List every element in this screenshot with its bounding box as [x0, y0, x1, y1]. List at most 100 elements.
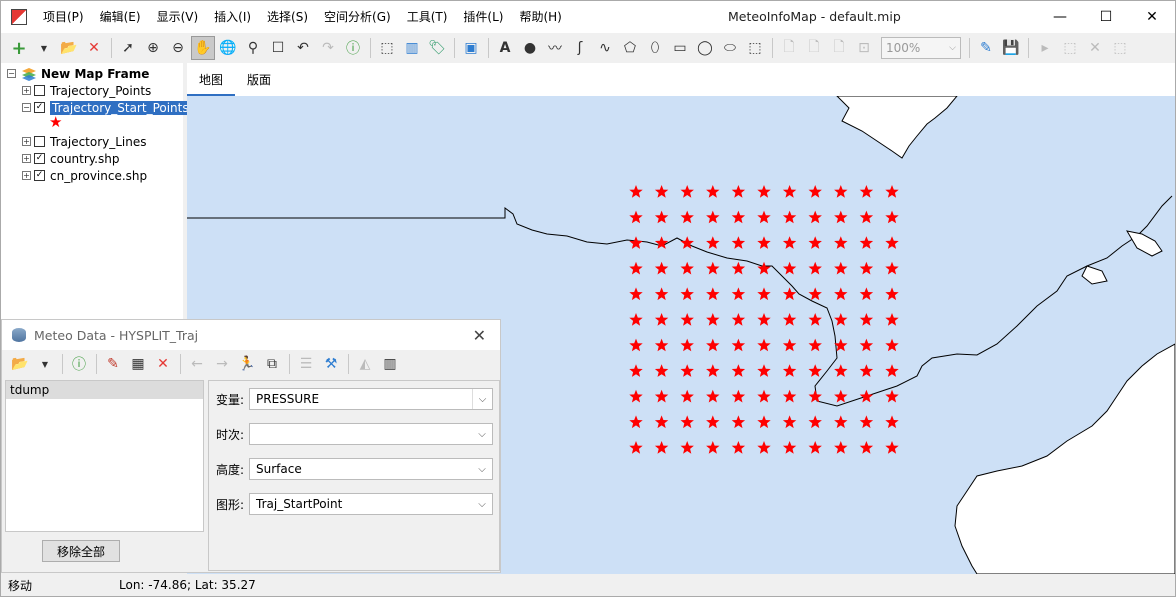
minimize-button[interactable]: —	[1037, 1, 1083, 33]
rectangle-tool-icon[interactable]: ▭	[668, 36, 692, 60]
new-page-icon[interactable]: 🗋	[777, 36, 801, 60]
tree-layer-trajectory-start-points[interactable]: − ✓ Trajectory_Start_Points	[16, 99, 191, 116]
layer-checkbox[interactable]	[34, 85, 45, 96]
select-shape-icon[interactable]: ⬚	[1058, 36, 1082, 60]
page-fit-icon[interactable]: ⊡	[852, 36, 876, 60]
open-folder-icon[interactable]: 📂	[57, 36, 81, 60]
open-data-folder-icon[interactable]: 📂	[8, 352, 32, 376]
graphic-select[interactable]: Traj_StartPoint ⌵	[249, 493, 493, 515]
add-layer-icon[interactable]: +	[7, 36, 31, 60]
tree-map-frame[interactable]: − New Map Frame	[1, 65, 149, 82]
previous-arrow-icon[interactable]: ←	[185, 352, 209, 376]
data-file-list[interactable]: tdump	[5, 380, 204, 532]
menu-insert[interactable]: 插入(I)	[206, 1, 259, 33]
polyline-tool-icon[interactable]: 〰	[543, 36, 567, 60]
pan-hand-icon[interactable]: ✋	[191, 36, 215, 60]
label-tag-icon[interactable]: 🏷	[425, 36, 449, 60]
menu-help[interactable]: 帮助(H)	[511, 1, 569, 33]
expand-icon[interactable]: +	[22, 154, 31, 163]
save-edit-icon[interactable]: 💾	[999, 36, 1023, 60]
tree-layer-trajectory-lines[interactable]: + Trajectory_Lines	[16, 133, 147, 150]
circle-tool-icon[interactable]: ◯	[693, 36, 717, 60]
chevron-down-icon: ⌵	[949, 43, 956, 53]
menu-select[interactable]: 选择(S)	[259, 1, 316, 33]
zoom-rect-icon[interactable]: ☐	[266, 36, 290, 60]
play-icon[interactable]: ▸	[1033, 36, 1057, 60]
remove-all-button[interactable]: 移除全部	[42, 540, 120, 562]
attribute-table-icon[interactable]: ▥	[400, 36, 424, 60]
expand-icon[interactable]: +	[22, 137, 31, 146]
data-table-icon[interactable]: ▦	[126, 352, 150, 376]
start-point-star	[859, 415, 874, 429]
time-select[interactable]: ⌵	[249, 423, 493, 445]
magnifier-icon[interactable]: ⚲	[241, 36, 265, 60]
data-info-icon[interactable]: ⓘ	[67, 352, 91, 376]
page-icon-2[interactable]: 🗋	[802, 36, 826, 60]
move-vertex-icon[interactable]: ⬚	[1108, 36, 1132, 60]
zoom-level-select[interactable]: 100% ⌵	[881, 37, 961, 59]
tree-layer-trajectory-points[interactable]: + Trajectory_Points	[16, 82, 151, 99]
draw-edit-icon[interactable]: ✎	[101, 352, 125, 376]
layer-checkbox[interactable]: ✓	[34, 153, 45, 164]
select-features-icon[interactable]: ⬚	[375, 36, 399, 60]
polygon-tool-icon[interactable]: ⬠	[618, 36, 642, 60]
remove-layer-icon[interactable]: ✕	[82, 36, 106, 60]
curve-polygon-tool-icon[interactable]: ⬯	[643, 36, 667, 60]
menu-plugins[interactable]: 插件(L)	[455, 1, 511, 33]
menu-edit[interactable]: 编辑(E)	[92, 1, 149, 33]
start-point-star	[629, 441, 643, 454]
start-point-star	[782, 313, 797, 326]
collapse-icon[interactable]: −	[7, 69, 16, 78]
delete-shape-icon[interactable]: ✕	[1083, 36, 1107, 60]
layer-checkbox[interactable]: ✓	[34, 170, 45, 181]
list-icon[interactable]: ☰	[294, 352, 318, 376]
menu-spatial-analysis[interactable]: 空间分析(G)	[316, 1, 399, 33]
start-point-star	[629, 287, 643, 301]
animation-runner-icon[interactable]: 🏃	[235, 352, 259, 376]
tab-layout[interactable]: 版面	[235, 63, 283, 96]
collapse-icon[interactable]: −	[22, 103, 31, 112]
tree-layer-cn-province[interactable]: + ✓ cn_province.shp	[16, 167, 147, 184]
variable-select[interactable]: PRESSURE ⌵	[249, 388, 493, 410]
point-tool-icon[interactable]: ●	[518, 36, 542, 60]
maximize-button[interactable]: ☐	[1083, 1, 1129, 33]
freehand-tool-icon[interactable]: ʃ	[568, 36, 592, 60]
list-item[interactable]: tdump	[6, 381, 203, 399]
tree-layer-country[interactable]: + ✓ country.shp	[16, 150, 119, 167]
start-point-star	[834, 389, 848, 403]
page-icon-3[interactable]: 🗋	[827, 36, 851, 60]
dropdown-arrow-icon[interactable]: ▼	[33, 352, 57, 376]
full-extent-globe-icon[interactable]: 🌐	[216, 36, 240, 60]
curve-tool-icon[interactable]: ∿	[593, 36, 617, 60]
layer-checkbox[interactable]	[34, 136, 45, 147]
pencil-edit-icon[interactable]: ✎	[974, 36, 998, 60]
dropdown-arrow-icon[interactable]: ▼	[32, 36, 56, 60]
zoom-in-icon[interactable]: ⊕	[141, 36, 165, 60]
menu-project[interactable]: 项目(P)	[35, 1, 92, 33]
tab-map[interactable]: 地图	[187, 63, 236, 96]
bar-chart-icon[interactable]: ▥	[378, 352, 402, 376]
layer-checkbox[interactable]: ✓	[34, 102, 45, 113]
picture-icon[interactable]: ▣	[459, 36, 483, 60]
zoom-out-icon[interactable]: ⊖	[166, 36, 190, 60]
menu-view[interactable]: 显示(V)	[149, 1, 207, 33]
menu-tools[interactable]: 工具(T)	[399, 1, 456, 33]
close-button[interactable]: ✕	[1129, 1, 1175, 33]
text-tool-icon[interactable]: A	[493, 36, 517, 60]
next-arrow-icon[interactable]: →	[210, 352, 234, 376]
level-select[interactable]: Surface ⌵	[249, 458, 493, 480]
select-arrow-icon[interactable]: ➚	[116, 36, 140, 60]
undo-icon[interactable]: ↶	[291, 36, 315, 60]
animation-frame-icon[interactable]: ⧉	[260, 352, 284, 376]
edit-vertices-icon[interactable]: ⬚	[743, 36, 767, 60]
expand-icon[interactable]: +	[22, 171, 31, 180]
meteo-data-dialog: Meteo Data - HYSPLIT_Traj ✕ 📂 ▼ ⓘ ✎ ▦ ✕ …	[1, 319, 501, 573]
tools-icon[interactable]: ⚒	[319, 352, 343, 376]
expand-icon[interactable]: +	[22, 86, 31, 95]
area-chart-icon[interactable]: ◭	[353, 352, 377, 376]
identify-info-icon[interactable]: ⓘ	[341, 36, 365, 60]
redo-icon[interactable]: ↷	[316, 36, 340, 60]
ellipse-tool-icon[interactable]: ⬭	[718, 36, 742, 60]
dialog-close-icon[interactable]: ✕	[473, 326, 486, 345]
remove-data-icon[interactable]: ✕	[151, 352, 175, 376]
